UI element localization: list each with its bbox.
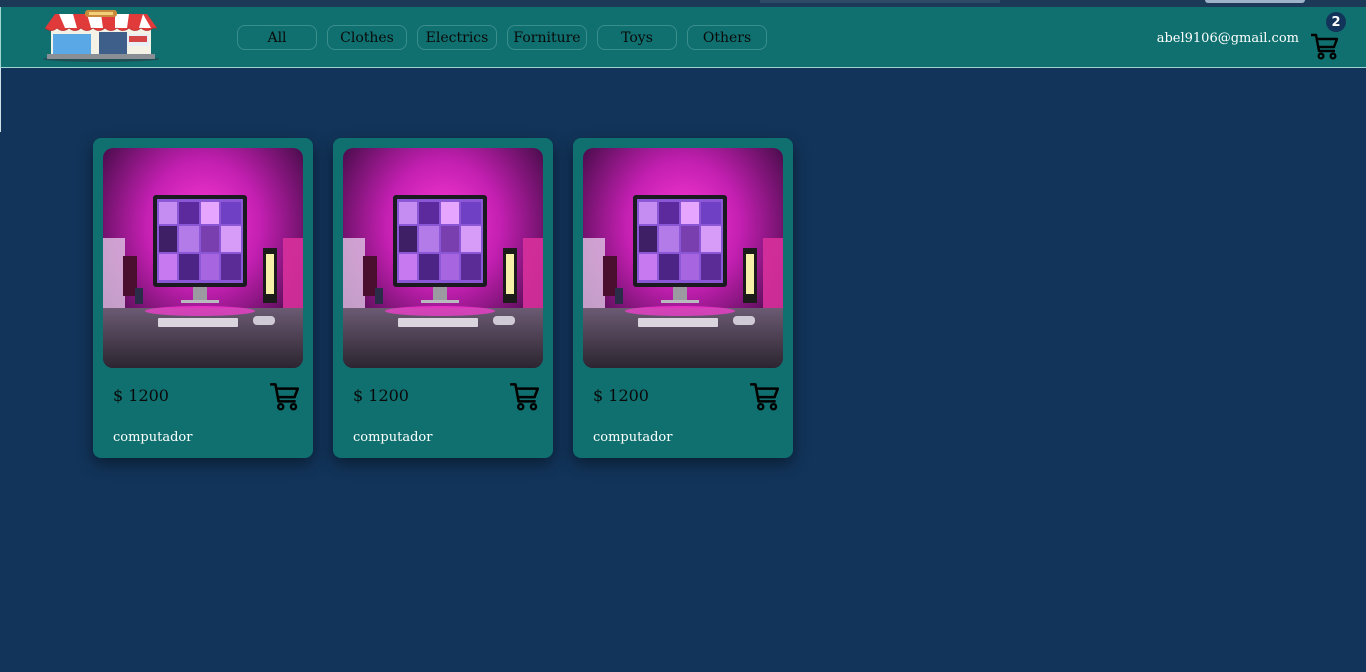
product-price: $ 1200 [353,386,409,405]
add-to-cart-icon[interactable] [508,378,542,412]
category-electrics-button[interactable]: Electrics [417,25,497,50]
category-all-button[interactable]: All [237,25,317,50]
category-others-button[interactable]: Others [687,25,767,50]
product-card[interactable]: $ 1200 computador [93,138,313,458]
add-to-cart-icon[interactable] [748,378,782,412]
product-name: computador [113,430,193,445]
product-card[interactable]: $ 1200 computador [573,138,793,458]
category-clothes-button[interactable]: Clothes [327,25,407,50]
divider [0,68,1,132]
product-name: computador [593,430,673,445]
product-card[interactable]: $ 1200 computador [333,138,553,458]
product-name: computador [353,430,433,445]
window-top-strip [0,0,1366,7]
product-image [343,148,543,368]
user-email: abel9106@gmail.com [1156,31,1299,46]
product-image [583,148,783,368]
storefront-logo-icon[interactable] [39,10,163,62]
product-price: $ 1200 [593,386,649,405]
category-toys-button[interactable]: Toys [597,25,677,50]
cart-count-badge: 2 [1326,12,1346,32]
product-price: $ 1200 [113,386,169,405]
shopping-cart-icon[interactable] [1309,29,1341,61]
strip-segment [1205,0,1305,3]
navbar: All Clothes Electrics Forniture Toys Oth… [0,7,1366,68]
add-to-cart-icon[interactable] [268,378,302,412]
product-image [103,148,303,368]
category-forniture-button[interactable]: Forniture [507,25,587,50]
strip-segment [760,0,1000,3]
